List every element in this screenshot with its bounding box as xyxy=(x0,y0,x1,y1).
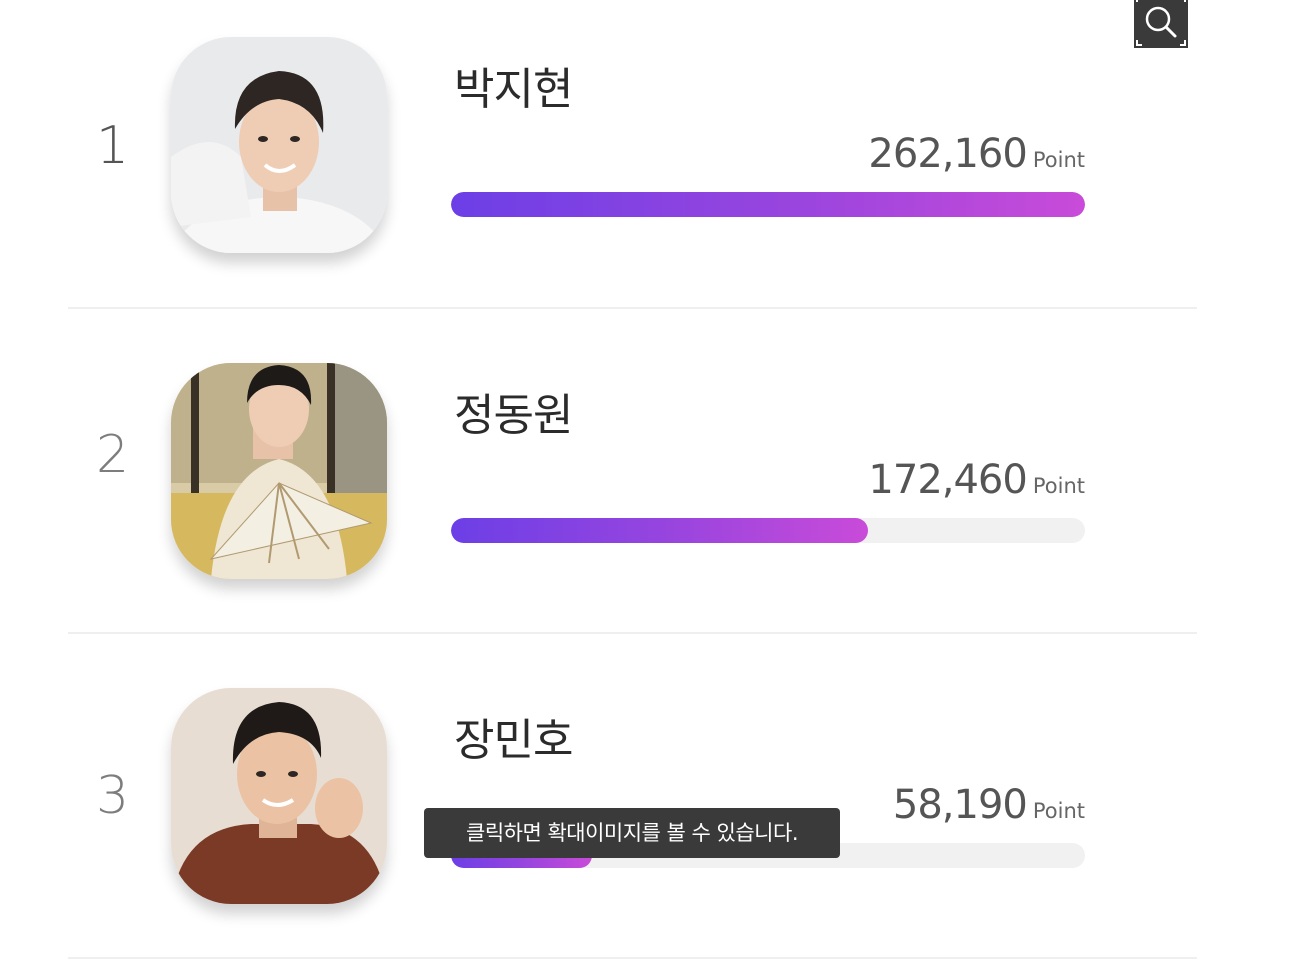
points-unit: Point xyxy=(1032,799,1085,823)
points-display: 262,160 Point xyxy=(868,134,1085,174)
points-value: 58,190 xyxy=(892,782,1028,828)
ranking-row: 3 장민호 58,190 Point xyxy=(68,634,1197,959)
avatar[interactable] xyxy=(171,688,387,904)
artist-name: 장민호 xyxy=(454,715,573,766)
profile-photo xyxy=(171,37,387,253)
progress-fill xyxy=(451,192,1085,217)
avatar[interactable] xyxy=(171,363,387,579)
progress-bar xyxy=(451,192,1085,217)
progress-bar xyxy=(451,518,1085,543)
progress-fill xyxy=(451,518,869,543)
ranking-row: 1 박지현 262,160 Point xyxy=(68,0,1197,309)
points-value: 262,160 xyxy=(868,131,1027,177)
artist-name: 박지현 xyxy=(454,64,573,115)
profile-photo xyxy=(171,688,387,904)
profile-photo xyxy=(171,363,387,579)
avatar[interactable] xyxy=(171,37,387,253)
points-value: 172,460 xyxy=(868,457,1027,503)
points-display: 58,190 Point xyxy=(893,785,1085,825)
ranking-row: 2 정동원 172,460 Point xyxy=(68,309,1197,634)
artist-name: 정동원 xyxy=(454,390,573,441)
rank-number: 1 xyxy=(96,116,130,176)
points-unit: Point xyxy=(1032,148,1085,172)
points-display: 172,460 Point xyxy=(868,460,1085,500)
rank-number: 3 xyxy=(96,766,130,826)
points-unit: Point xyxy=(1032,474,1085,498)
rank-number: 2 xyxy=(96,425,130,485)
tooltip: 클릭하면 확대이미지를 볼 수 있습니다. xyxy=(424,808,840,858)
